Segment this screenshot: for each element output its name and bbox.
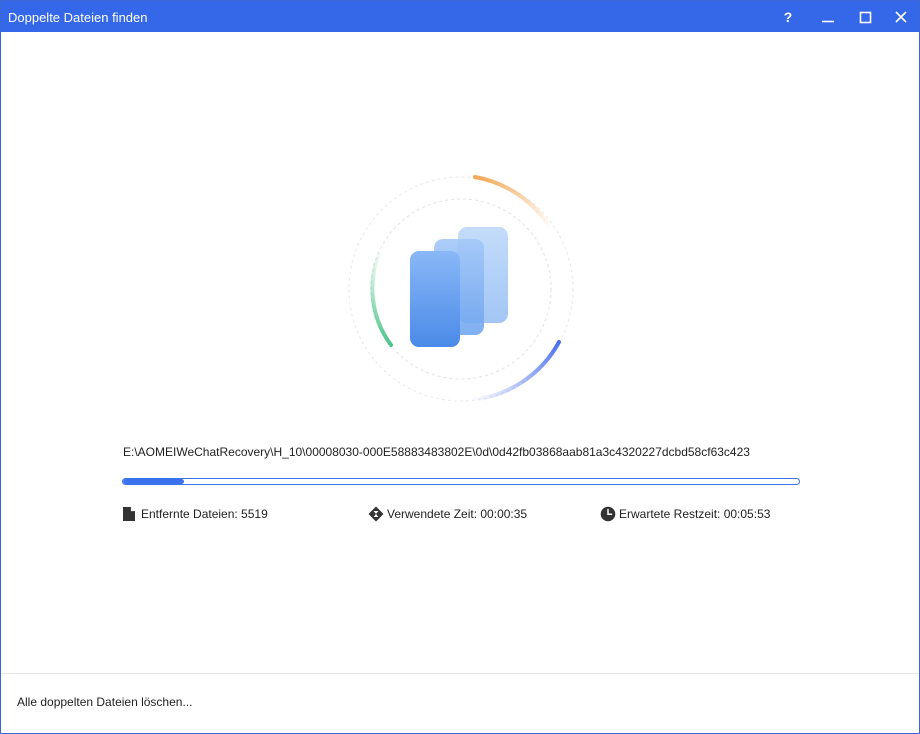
maximize-button[interactable] [846,1,884,32]
scanning-illustration [348,175,574,402]
title-bar[interactable]: Doppelte Dateien finden ? [1,1,919,32]
help-button[interactable]: ? [769,1,807,32]
close-icon [895,11,907,23]
window-title: Doppelte Dateien finden [8,10,148,25]
orange-arc [473,175,553,231]
footer-divider [1,673,919,674]
file-icon [123,507,135,521]
hourglass-diamond-icon [368,506,384,522]
close-button[interactable] [882,1,919,32]
current-file-path: E:\AOMEIWeChatRecovery\H_10\00008030-000… [123,445,750,459]
delete-all-duplicates-link[interactable]: Alle doppelten Dateien löschen... [17,695,192,709]
minimize-button[interactable] [809,1,847,32]
scan-progress-fill [123,479,184,484]
document-card-front [410,251,460,347]
app-window: Doppelte Dateien finden ? E:\AOMEIWeChat… [0,0,920,734]
scan-progress-bar [122,478,800,485]
help-icon: ? [783,9,793,25]
blue-arc [469,340,561,402]
removed-files-text: Entfernte Dateien: 5519 [141,507,268,521]
minimize-icon [822,20,834,23]
time-remaining-text: Erwartete Restzeit: 00:05:53 [619,507,771,521]
time-used-text: Verwendete Zeit: 00:00:35 [387,507,528,521]
green-arc [370,247,393,347]
maximize-icon [859,11,872,24]
clock-icon [600,506,616,522]
